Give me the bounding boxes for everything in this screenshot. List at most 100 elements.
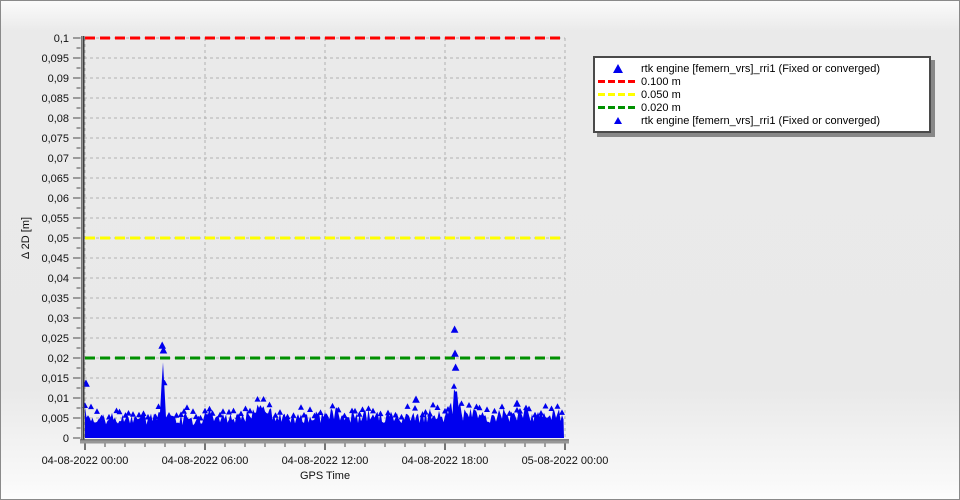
triangle-marker-icon [385, 409, 391, 416]
triangle-marker-icon [451, 383, 457, 389]
triangle-marker-icon [450, 325, 459, 333]
x-tick-label: 05-08-2022 00:00 [522, 455, 609, 467]
triangle-marker-icon [317, 409, 324, 415]
triangle-marker-icon [238, 410, 244, 417]
triangle-marker-icon [298, 404, 304, 410]
triangle-marker-icon [254, 396, 261, 402]
triangle-marker-icon [166, 412, 172, 418]
triangle-marker-icon [158, 341, 167, 349]
y-tick-label: 0,01 [48, 393, 69, 405]
legend-marker [595, 106, 641, 109]
legend-entry: rtk engine [femern_vrs]_rri1 (Fixed or c… [595, 62, 925, 75]
triangle-marker-icon [94, 408, 100, 414]
legend-entry: 0.050 m [595, 88, 925, 101]
y-axis-title: Δ 2D [m] [20, 216, 32, 260]
x-tick-label: 04-08-2022 12:00 [282, 455, 369, 467]
x-axis-ticks: 04-08-2022 00:00 04-08-2022 06:00 04-08-20… [42, 443, 609, 467]
triangle-marker-icon [613, 64, 623, 73]
triangle-marker-icon [412, 395, 420, 403]
triangle-marker-icon [365, 405, 372, 411]
triangle-marker-icon [548, 405, 555, 412]
legend-marker [595, 64, 641, 73]
triangle-marker-icon [466, 402, 472, 408]
triangle-marker-icon [513, 399, 521, 407]
triangle-marker-icon [559, 409, 565, 415]
triangle-marker-icon [430, 401, 436, 408]
triangle-marker-icon [484, 406, 490, 412]
y-tick-label: 0,04 [48, 273, 69, 285]
triangle-marker-icon [499, 403, 505, 410]
triangle-marker-icon [412, 405, 418, 411]
legend-marker [595, 93, 641, 96]
triangle-marker-icon [359, 406, 366, 412]
legend-label: 0.050 m [641, 88, 681, 101]
triangle-marker-icon [554, 403, 561, 409]
y-axis-ticks: 0,1 0,095 0,09 0,085 0,08 0,075 0,07 0,065 0,06 0… [41, 33, 81, 445]
y-tick-label: 0,06 [48, 193, 69, 205]
triangle-marker-icon [206, 405, 213, 412]
y-tick-label: 0,045 [41, 253, 69, 265]
legend-label: 0.100 m [641, 75, 681, 88]
y-tick-label: 0,055 [41, 213, 69, 225]
triangle-marker-icon [230, 407, 237, 414]
triangle-marker-icon [398, 413, 405, 420]
legend-entry: rtk engine [femern_vrs]_rri1 (Fixed or c… [595, 114, 925, 127]
triangle-marker-icon [190, 408, 196, 414]
y-tick-label: 0,02 [48, 353, 69, 365]
triangle-marker-icon [290, 412, 297, 418]
legend-label: rtk engine [femern_vrs]_rri1 (Fixed or c… [641, 62, 881, 75]
y-tick-label: 0,07 [48, 153, 69, 165]
y-tick-label: 0,015 [41, 373, 69, 385]
triangle-marker-icon [404, 403, 411, 409]
triangle-marker-icon [307, 406, 313, 412]
y-tick-label: 0,005 [41, 413, 69, 425]
triangle-marker-icon [392, 411, 399, 418]
y-tick-label: 0,03 [48, 313, 69, 325]
triangle-marker-icon [458, 400, 465, 406]
triangle-marker-icon [356, 411, 363, 417]
triangle-marker-icon [277, 409, 283, 415]
triangle-marker-icon [272, 412, 279, 418]
triangle-marker-icon [491, 407, 498, 414]
triangle-marker-icon [266, 401, 273, 408]
triangle-marker-icon [88, 403, 94, 410]
data-series [82, 325, 565, 438]
triangle-marker-icon [532, 411, 538, 418]
triangle-marker-icon [542, 402, 549, 409]
x-axis-title: GPS Time [299, 470, 351, 482]
dash-line-icon [598, 106, 638, 109]
y-tick-label: 0,035 [41, 293, 69, 305]
triangle-marker-icon [377, 410, 384, 417]
triangle-marker-icon [260, 395, 267, 402]
triangle-marker-icon [614, 117, 622, 124]
y-tick-label: 0,08 [48, 113, 69, 125]
y-tick-label: 0 [63, 433, 69, 445]
legend-entry: 0.020 m [595, 101, 925, 114]
legend[interactable]: rtk engine [femern_vrs]_rri1 (Fixed or c… [593, 56, 931, 133]
y-tick-label: 0,05 [48, 233, 69, 245]
triangle-marker-icon [538, 409, 544, 416]
triangle-marker-icon [193, 413, 199, 420]
triangle-marker-icon [152, 413, 159, 420]
x-tick-label: 04-08-2022 00:00 [42, 455, 129, 467]
legend-label: rtk engine [femern_vrs]_rri1 (Fixed or c… [641, 114, 881, 127]
y-tick-label: 0,075 [41, 133, 69, 145]
y-tick-label: 0,065 [41, 173, 69, 185]
y-tick-label: 0,085 [41, 93, 69, 105]
triangle-marker-icon [125, 410, 132, 416]
triangle-marker-icon [220, 408, 226, 414]
y-tick-label: 0,09 [48, 73, 69, 85]
triangle-marker-icon [341, 412, 348, 419]
x-tick-label: 04-08-2022 06:00 [162, 455, 249, 467]
legend-entry: 0.100 m [595, 75, 925, 88]
triangle-marker-icon [422, 408, 429, 415]
triangle-marker-icon [136, 411, 142, 418]
y-tick-label: 0,025 [41, 333, 69, 345]
triangle-marker-icon [451, 349, 459, 357]
legend-marker [595, 80, 641, 83]
x-tick-label: 04-08-2022 18:00 [402, 455, 489, 467]
triangle-marker-icon [242, 405, 249, 412]
y-tick-label: 0,095 [41, 53, 69, 65]
legend-marker [595, 117, 641, 124]
chart-window: 0,1 0,095 0,09 0,085 0,08 0,075 0,07 0,065 0,06 0… [0, 0, 960, 500]
